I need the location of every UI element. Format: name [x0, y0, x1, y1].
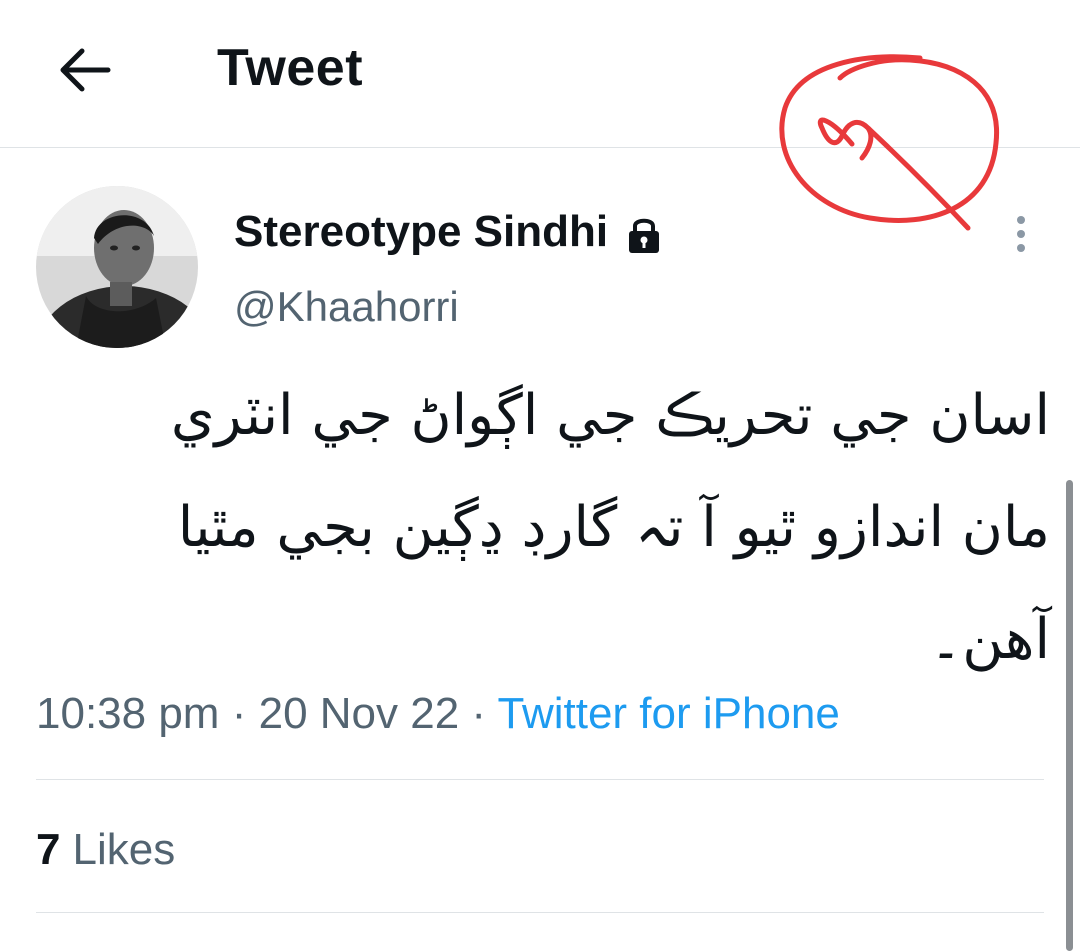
- tweet-date: 20 Nov 22: [258, 689, 460, 738]
- avatar[interactable]: [36, 186, 198, 348]
- tweet-source-link[interactable]: Twitter for iPhone: [498, 689, 840, 738]
- likes-label: Likes: [72, 825, 176, 874]
- display-name-text: Stereotype Sindhi: [234, 207, 609, 256]
- meta-separator: ·: [471, 689, 487, 738]
- scrollbar[interactable]: [1066, 480, 1073, 951]
- tweet-text: اسان جي تحريڪ جي اڳواڻ جي انٽري مان اندا…: [170, 383, 1050, 672]
- display-name[interactable]: Stereotype Sindhi: [234, 204, 666, 260]
- tweet-metadata: 10:38 pm · 20 Nov 22 · Twitter for iPhon…: [36, 686, 840, 742]
- lock-icon: [629, 218, 660, 253]
- arrow-left-icon: [60, 48, 111, 92]
- top-bar: Tweet: [0, 0, 1080, 148]
- back-button[interactable]: [50, 38, 118, 102]
- more-vertical-icon: [1017, 216, 1025, 252]
- likes-link[interactable]: 7 Likes: [36, 822, 175, 878]
- divider: [36, 779, 1044, 780]
- user-handle[interactable]: @Khaahorri: [234, 280, 459, 334]
- meta-separator: ·: [231, 689, 247, 738]
- tweet-time: 10:38 pm: [36, 689, 220, 738]
- divider: [36, 912, 1044, 913]
- likes-count: 7: [36, 825, 61, 874]
- page-title: Tweet: [217, 39, 364, 97]
- more-options-button[interactable]: [1003, 208, 1039, 260]
